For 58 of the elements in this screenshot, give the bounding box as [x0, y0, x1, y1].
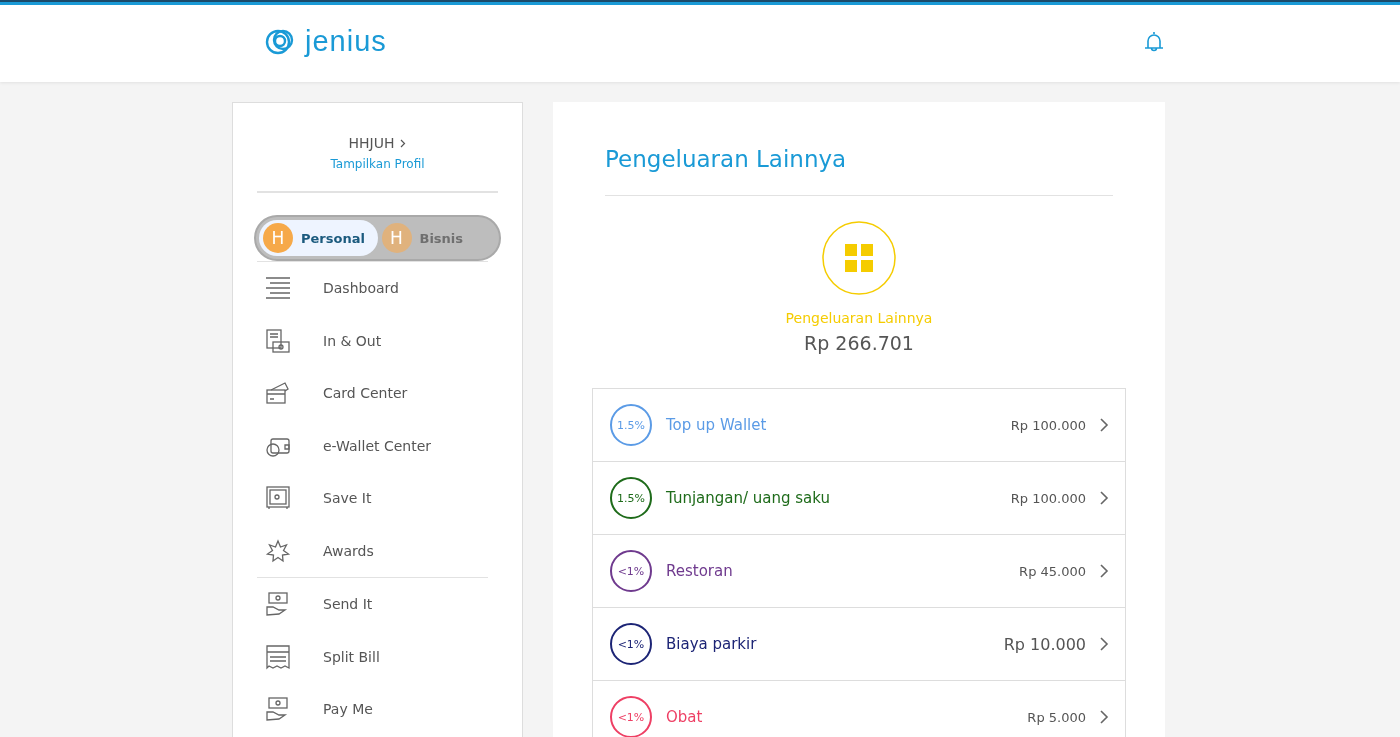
chevron-icon	[1100, 637, 1109, 651]
money-hand-icon	[265, 591, 291, 618]
row-label: Tunjangan/ uang saku	[666, 489, 832, 507]
page-title: Pengeluaran Lainnya	[605, 146, 848, 172]
row-label: Biaya parkir	[666, 635, 758, 653]
cards-icon	[265, 380, 291, 407]
menu-item[interactable]: Split Bill	[233, 630, 522, 683]
menu-label: Send It	[323, 596, 373, 613]
chevron-icon	[400, 139, 407, 148]
menu-item[interactable]: Card Center	[233, 367, 522, 420]
row-label: Obat	[666, 708, 704, 726]
percent-badge: 1.5%	[610, 477, 652, 519]
chevron-icon	[1100, 710, 1109, 724]
category-row[interactable]: <1% Restoran Rp 45.000	[593, 535, 1125, 608]
category-row[interactable]: <1% Biaya parkir Rp 10.000	[593, 608, 1125, 681]
menu-label: Card Center	[323, 385, 408, 402]
receipt-icon	[265, 327, 291, 354]
money-hand-icon	[265, 696, 291, 723]
percent-badge: <1%	[610, 696, 652, 737]
row-label: Restoran	[666, 562, 734, 580]
row-amount: Rp 10.000	[1003, 634, 1086, 654]
menu-item[interactable]: Save It	[233, 472, 522, 525]
percent-badge: 1.5%	[610, 404, 652, 446]
profile-name[interactable]: HHJUH	[348, 135, 407, 151]
star-icon	[265, 537, 291, 564]
menu-item[interactable]: Awards	[233, 524, 522, 577]
menu-label: Dashboard	[323, 280, 399, 297]
chevron-icon	[1100, 564, 1109, 578]
category-label: Pengeluaran Lainnya	[785, 310, 933, 326]
bill-icon	[265, 643, 291, 670]
menu-label: e-Wallet Center	[323, 437, 432, 454]
row-label: Top up Wallet	[666, 416, 768, 434]
menu-item[interactable]: Send It	[233, 578, 522, 631]
percent-badge: <1%	[610, 550, 652, 592]
account-tab[interactable]: H Personal	[259, 220, 378, 256]
menu-item[interactable]: Dashboard	[233, 262, 522, 315]
category-row[interactable]: 1.5% Top up Wallet Rp 100.000	[593, 389, 1125, 462]
row-amount: Rp 100.000	[1010, 490, 1086, 506]
safe-icon	[265, 485, 291, 512]
row-amount: Rp 45.000	[1019, 563, 1086, 579]
list-icon	[265, 275, 291, 302]
row-amount: Rp 100.000	[1010, 417, 1086, 433]
menu-item[interactable]: In & Out	[233, 314, 522, 367]
menu-label: Awards	[323, 542, 374, 559]
category-amount: Rp 266.701	[804, 332, 914, 354]
category-row[interactable]: <1% Obat Rp 5.000	[593, 681, 1125, 737]
menu-label: Pay Me	[323, 701, 373, 718]
category-row[interactable]: 1.5% Tunjangan/ uang saku Rp 100.000	[593, 462, 1125, 535]
menu-label: Split Bill	[323, 648, 380, 665]
menu-label: In & Out	[323, 332, 382, 349]
chevron-icon	[1100, 491, 1109, 505]
chevron-icon	[1100, 418, 1109, 432]
menu-item[interactable]: e-Wallet Center	[233, 419, 522, 472]
row-amount: Rp 5.000	[1027, 709, 1086, 725]
notification-bell-icon[interactable]	[1143, 29, 1165, 54]
menu-item[interactable]: Pay Me	[233, 683, 522, 736]
menu-label: Save It	[323, 490, 372, 507]
percent-badge: <1%	[610, 623, 652, 665]
